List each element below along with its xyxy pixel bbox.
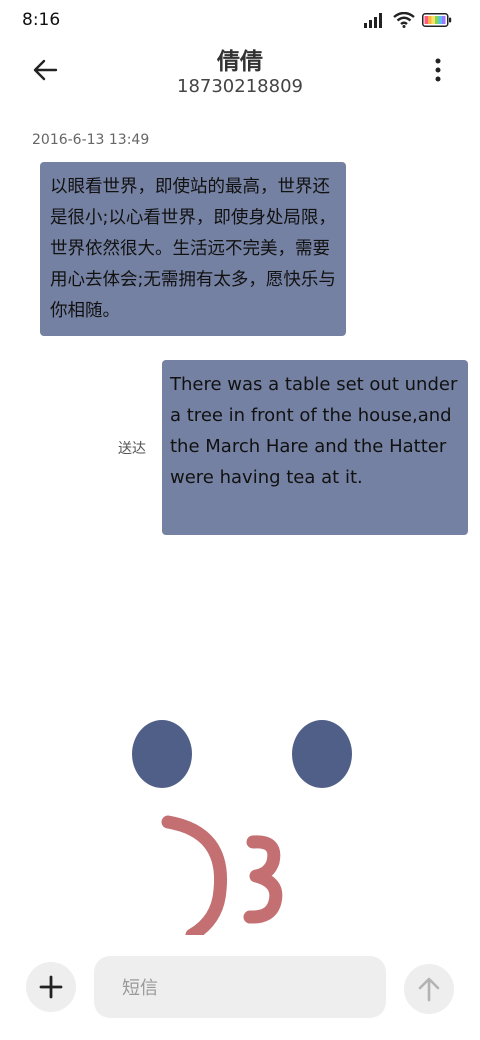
- status-bar: 8:16: [0, 0, 480, 40]
- signal-icon: [364, 13, 382, 28]
- mouth-left-curve: [161, 815, 228, 935]
- status-time: 8:16: [22, 10, 61, 30]
- arrow-up-icon: [418, 977, 440, 1002]
- message-timestamp: 2016-6-13 13:49: [32, 132, 150, 148]
- wifi-icon: [393, 12, 415, 28]
- add-attachment-button[interactable]: [26, 962, 76, 1012]
- outgoing-message-bubble[interactable]: There was a table set out under a tree i…: [162, 360, 468, 535]
- incoming-message-bubble[interactable]: 以眼看世界，即使站的最高，世界还是很小;以心看世界，即使身处局限，世界依然很大。…: [40, 162, 346, 336]
- status-icons: [364, 12, 452, 28]
- message-input-bar: [0, 950, 480, 1030]
- message-input[interactable]: [120, 956, 374, 1020]
- contact-name: 倩倩: [217, 49, 263, 75]
- mouth-right-curve: [243, 835, 283, 924]
- left-eye-shape: [132, 720, 192, 788]
- delivery-status: 送达: [118, 441, 146, 457]
- incoming-message-text: 以眼看世界，即使站的最高，世界还是很小;以心看世界，即使身处局限，世界依然很大。…: [50, 177, 336, 321]
- battery-icon: [422, 13, 452, 27]
- plus-icon: [39, 975, 63, 999]
- message-field[interactable]: [94, 956, 386, 1020]
- right-eye-shape: [292, 720, 352, 788]
- more-vertical-icon: [435, 58, 441, 82]
- conversation-header: 倩倩 18730218809: [0, 40, 480, 104]
- more-options-button[interactable]: [430, 56, 446, 86]
- outgoing-message-text: There was a table set out under a tree i…: [170, 374, 458, 488]
- background-face-decoration: [132, 720, 352, 935]
- contact-number: 18730218809: [177, 76, 303, 97]
- send-button[interactable]: [404, 964, 454, 1014]
